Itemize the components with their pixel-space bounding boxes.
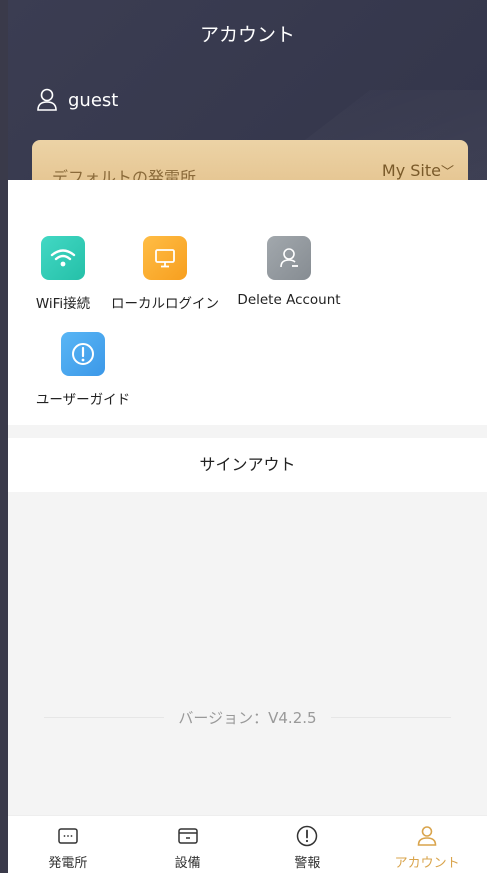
menu-item-wifi[interactable]: WiFi接続 bbox=[8, 236, 118, 312]
menu-item-label: Delete Account bbox=[237, 292, 341, 308]
panel-curve bbox=[8, 192, 487, 215]
tab-alarm[interactable]: 警報 bbox=[248, 816, 368, 873]
bottom-nav: 発電所 設備 警報 アカウント bbox=[8, 815, 487, 873]
menu-item-label: ローカルログイン bbox=[111, 296, 219, 312]
menu-item-label: ユーザーガイド bbox=[35, 392, 131, 408]
user-icon bbox=[37, 88, 57, 111]
menu-item-local-login[interactable]: ローカルログイン bbox=[110, 236, 220, 312]
version-row: バージョン：V4.2.5 bbox=[8, 706, 487, 728]
alarm-icon bbox=[297, 825, 318, 847]
user-guide-icon bbox=[61, 332, 105, 376]
delete-account-icon bbox=[267, 236, 311, 280]
signout-button[interactable]: サインアウト bbox=[8, 438, 487, 492]
tab-label: 設備 bbox=[174, 856, 201, 871]
monitor-icon bbox=[143, 236, 187, 280]
menu-panel: WiFi接続 ローカルログイン Delete Account ユーザーガイド bbox=[8, 180, 487, 425]
wifi-icon bbox=[41, 236, 85, 280]
menu-item-delete-account[interactable]: Delete Account bbox=[234, 236, 344, 308]
device-icon bbox=[177, 828, 198, 844]
version-text: バージョン：V4.2.5 bbox=[178, 708, 317, 727]
plant-icon bbox=[58, 828, 78, 844]
divider bbox=[44, 716, 165, 718]
tab-label: 発電所 bbox=[48, 856, 88, 871]
username: guest bbox=[68, 89, 119, 111]
menu-item-user-guide[interactable]: ユーザーガイド bbox=[28, 332, 138, 408]
tab-account[interactable]: アカウント bbox=[367, 816, 487, 873]
tab-label: アカウント bbox=[394, 856, 460, 871]
account-screen: アカウント guest デフォルトの発電所 My Site﹀ WiFi接続 ロー… bbox=[8, 0, 487, 873]
user-info: guest bbox=[36, 88, 118, 112]
menu-item-label: WiFi接続 bbox=[35, 296, 91, 312]
page-title: アカウント bbox=[199, 24, 295, 46]
tab-label: 警報 bbox=[294, 856, 321, 871]
divider bbox=[330, 716, 451, 718]
tab-plant[interactable]: 発電所 bbox=[8, 816, 128, 873]
account-icon bbox=[417, 826, 437, 846]
tab-device[interactable]: 設備 bbox=[128, 816, 248, 873]
